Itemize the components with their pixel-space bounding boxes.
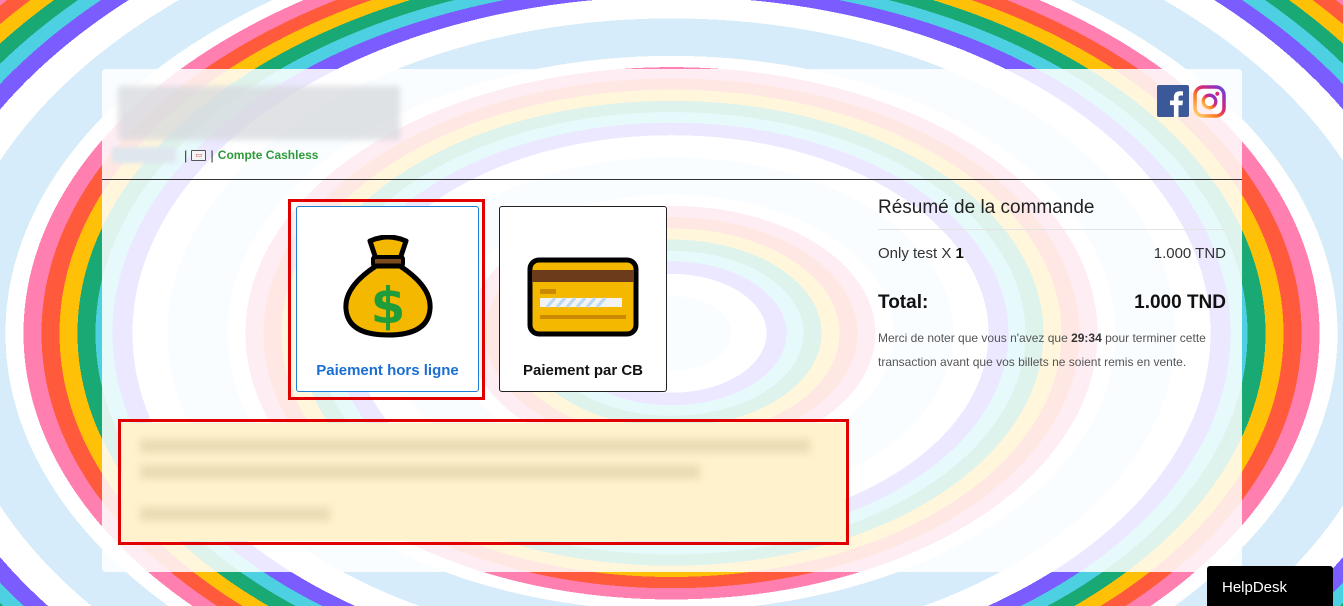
credit-card-icon xyxy=(527,257,639,337)
separator: | xyxy=(210,147,214,163)
blurred-info-line xyxy=(140,465,700,479)
payment-offline-label: Paiement hors ligne xyxy=(316,362,459,379)
item-name-text: Only test X xyxy=(878,245,956,262)
blurred-info-line xyxy=(140,439,810,453)
payment-cb-option[interactable]: Paiement par CB xyxy=(499,206,667,392)
helpdesk-button[interactable]: HelpDesk xyxy=(1207,566,1333,606)
header-meta: | ▭ | Compte Cashless xyxy=(112,146,318,164)
money-bag-icon: $ xyxy=(342,235,433,338)
payment-offline-option[interactable]: $ Paiement hors ligne xyxy=(296,206,479,392)
payment-info-box xyxy=(122,423,845,541)
order-summary: Résumé de la commande Only test X 1 1.00… xyxy=(878,197,1226,374)
summary-divider xyxy=(878,229,1226,230)
social-links xyxy=(1157,85,1226,118)
blurred-event-title xyxy=(118,86,400,140)
total-value: 1.000 TND xyxy=(1134,292,1226,313)
cashless-account-link[interactable]: Compte Cashless xyxy=(218,148,319,162)
blurred-info-line xyxy=(140,507,330,521)
order-total-row: Total: 1.000 TND xyxy=(878,292,1226,314)
order-item-row: Only test X 1 1.000 TND xyxy=(878,245,1226,262)
notice-text: Merci de noter que vous n'avez que xyxy=(878,331,1072,345)
order-item-name: Only test X 1 xyxy=(878,245,964,262)
header-divider xyxy=(102,179,1242,180)
instagram-icon[interactable] xyxy=(1193,85,1226,118)
countdown-time: 29:34 xyxy=(1071,331,1102,345)
total-label: Total: xyxy=(878,292,929,313)
order-item-price: 1.000 TND xyxy=(1153,245,1226,262)
item-quantity: 1 xyxy=(955,245,964,262)
svg-text:$: $ xyxy=(370,277,405,335)
payment-cb-label: Paiement par CB xyxy=(522,362,644,379)
timer-notice: Merci de noter que vous n'avez que 29:34… xyxy=(878,326,1208,374)
cashless-card-icon: ▭ xyxy=(191,149,207,161)
facebook-icon[interactable] xyxy=(1157,85,1189,117)
summary-title: Résumé de la commande xyxy=(878,197,1095,218)
blurred-meta xyxy=(112,147,176,163)
separator: | xyxy=(184,147,188,163)
